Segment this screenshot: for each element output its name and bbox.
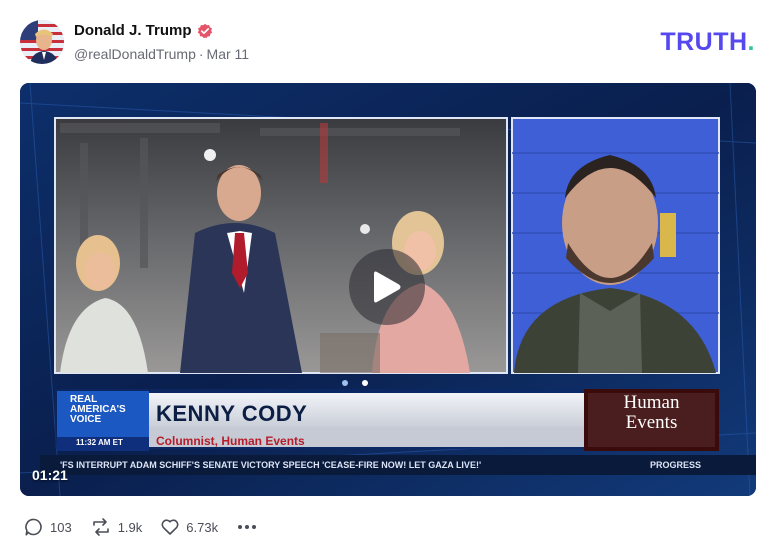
heart-icon — [161, 519, 179, 535]
right-video-panel — [511, 117, 720, 374]
more-dots-icon — [238, 525, 257, 529]
repost-count: 1.9k — [117, 519, 143, 535]
play-button[interactable] — [349, 249, 425, 325]
truth-social-logo[interactable]: TRUTH. — [660, 28, 755, 57]
meta-separator: · — [198, 46, 204, 62]
guest-title: Columnist, Human Events — [156, 434, 305, 448]
outlet-logo-line2: Events — [625, 412, 678, 433]
outlet-logo-line1: Human — [623, 392, 680, 413]
like-count: 6.73k — [186, 519, 219, 535]
outlet-logo: Human Events — [594, 393, 709, 433]
channel-badge-line3: VOICE — [70, 414, 102, 425]
news-ticker-right: PROGRESS — [650, 460, 702, 470]
like-button[interactable]: 6.73k — [160, 517, 218, 537]
repost-button[interactable]: 1.9k — [90, 517, 143, 537]
channel-badge: REAL AMERICA'S VOICE — [70, 395, 148, 425]
more-options-button[interactable] — [236, 517, 258, 537]
post-meta: @realDonaldTrump · Mar 11 — [74, 46, 249, 62]
reply-button[interactable]: 103 — [24, 517, 72, 537]
author-handle[interactable]: @realDonaldTrump — [74, 46, 196, 62]
channel-clock: 11:32 AM ET — [76, 438, 123, 447]
guest-name: KENNY CODY — [156, 401, 308, 426]
reply-count: 103 — [50, 519, 72, 535]
verified-badge-icon — [197, 23, 213, 39]
post-actions: 103 1.9k 6.73k — [24, 517, 258, 537]
post-date[interactable]: Mar 11 — [207, 46, 250, 62]
repost-icon — [92, 518, 109, 536]
logo-period: . — [747, 28, 755, 56]
news-ticker: 'FS INTERRUPT ADAM SCHIFF'S SENATE VICTO… — [60, 460, 482, 470]
author-name[interactable]: Donald J. Trump — [74, 22, 192, 39]
video-duration: 01:21 — [32, 467, 68, 483]
reply-icon — [25, 518, 42, 536]
logo-text: TRUTH — [660, 28, 748, 56]
play-icon — [374, 271, 401, 303]
author-avatar[interactable] — [20, 20, 64, 64]
left-video-panel — [54, 117, 508, 374]
avatar-image — [20, 20, 64, 64]
